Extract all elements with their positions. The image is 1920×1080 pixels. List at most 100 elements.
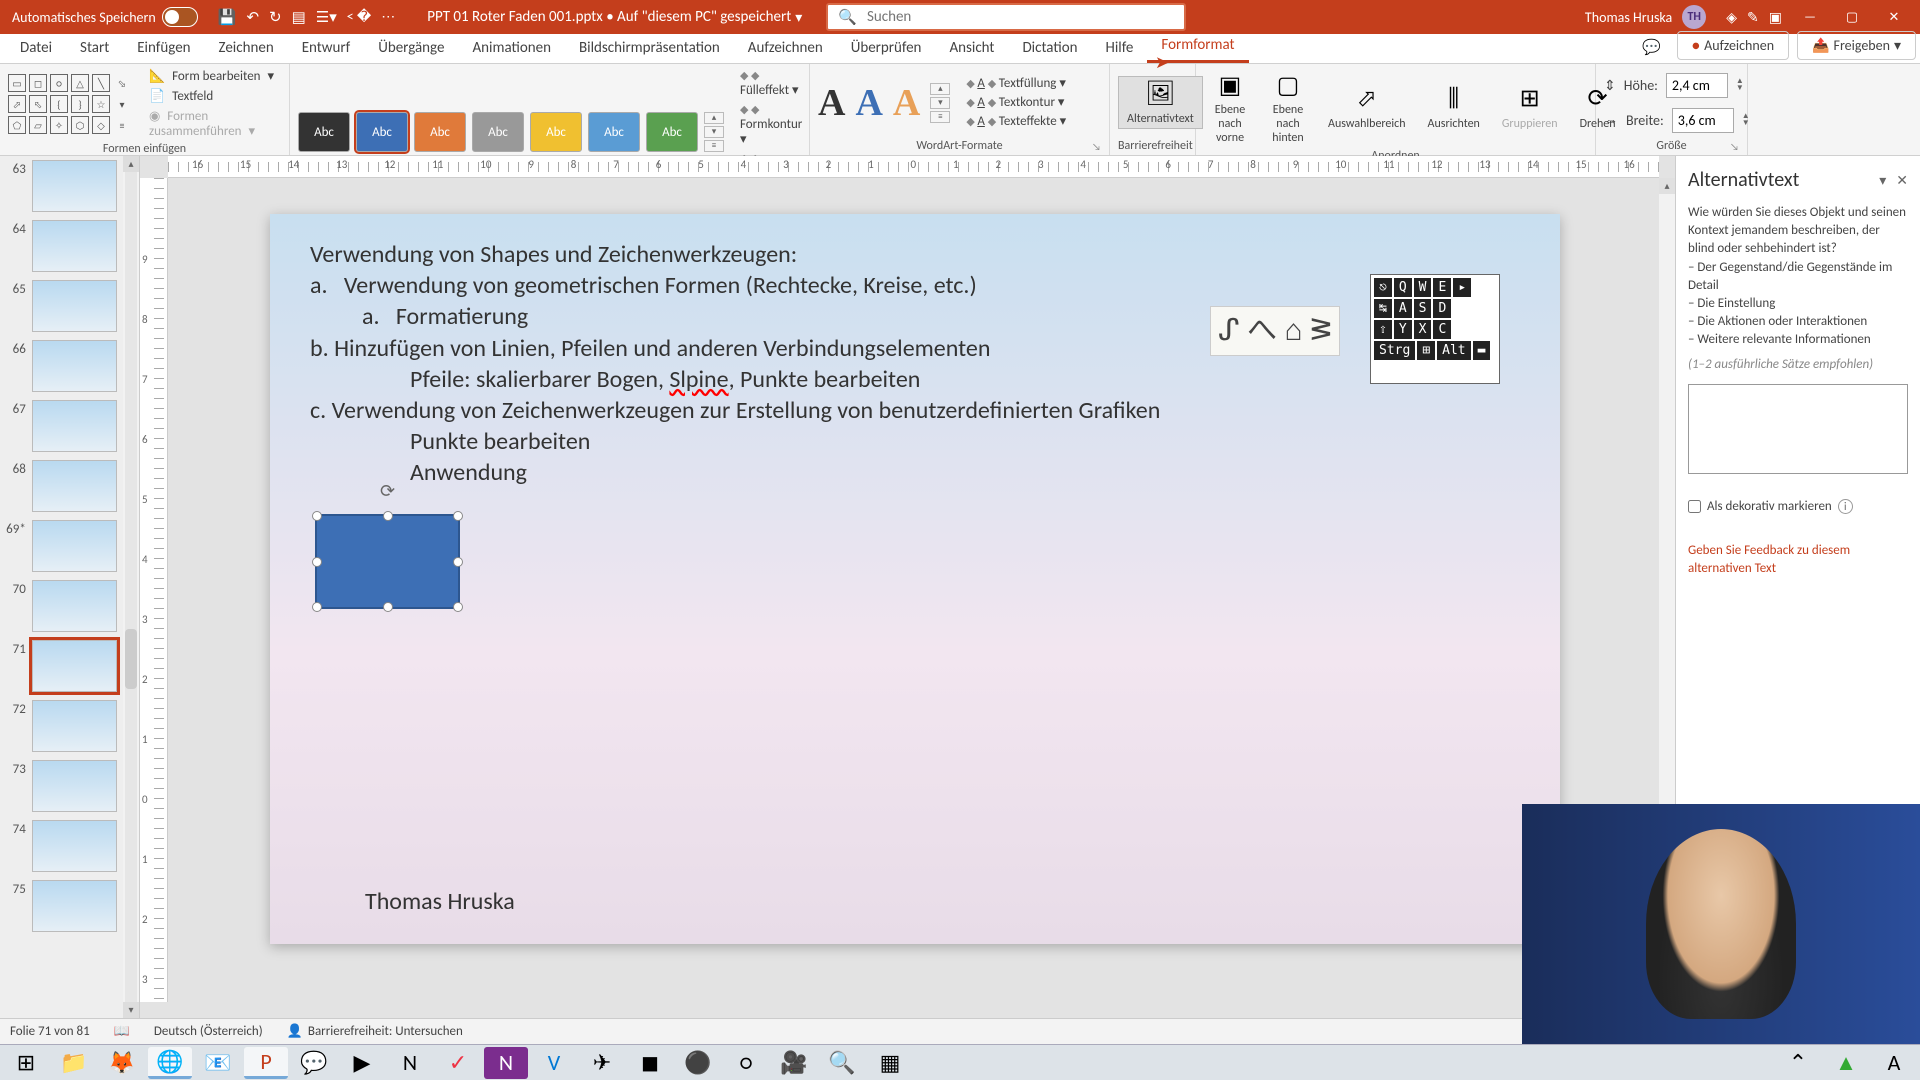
launcher-icon[interactable]: ↘ (1092, 140, 1101, 153)
windows-taskbar[interactable]: ⊞ 📁 🦊 🌐 📧 P 💬 ▶ N ✓ N V ✈ ◼ ⚫ ○ 🎥 🔍 ▦ ⌃ … (0, 1044, 1920, 1080)
spellcheck-icon[interactable]: 📖 (114, 1024, 130, 1039)
thumbnails-scrollbar[interactable]: ▴ ▾ (123, 156, 139, 1018)
resize-handle[interactable] (453, 511, 463, 521)
keyboard-graphic[interactable]: ⎋QWE▸ ↹ASD ⇧YXC Strg⊞Alt▬ (1370, 274, 1500, 384)
redo-icon[interactable]: ↻ (269, 8, 282, 27)
pane-dropdown-icon[interactable]: ▾ (1879, 172, 1886, 189)
width-spinner[interactable]: ▲▼ (1742, 113, 1750, 127)
feedback-link[interactable]: Geben Sie Feedback zu diesem alternative… (1688, 542, 1908, 578)
slide-canvas[interactable]: Verwendung von Shapes und Zeichenwerkzeu… (270, 214, 1560, 944)
style-swatch-green[interactable]: Abc (646, 112, 698, 152)
tray-more-icon[interactable]: A (1872, 1047, 1916, 1079)
obs-icon[interactable]: ⚫ (676, 1047, 720, 1079)
user-avatar[interactable]: TH (1682, 5, 1706, 29)
zoom-icon[interactable]: 🎥 (772, 1047, 816, 1079)
slide-footer-author[interactable]: Thomas Hruska (365, 887, 515, 916)
text-fill-menu[interactable]: A Textfüllung ▾ (966, 76, 1066, 91)
onenote2-icon[interactable]: N (484, 1047, 528, 1079)
language-status[interactable]: Deutsch (Österreich) (154, 1024, 263, 1039)
powerpoint-icon[interactable]: P (244, 1047, 288, 1079)
slide-thumbnail[interactable] (32, 220, 117, 272)
height-spinner[interactable]: ▲▼ (1736, 78, 1744, 92)
comments-icon[interactable]: 💬 (1630, 32, 1673, 63)
resize-handle[interactable] (383, 602, 393, 612)
start-button[interactable]: ⊞ (4, 1047, 48, 1079)
textbox-button[interactable]: 📄 Textfeld (145, 88, 281, 105)
tab-uebergaenge[interactable]: Übergänge (364, 33, 458, 63)
pane-close-icon[interactable]: ✕ (1896, 172, 1908, 189)
launcher-icon[interactable]: ↘ (1730, 140, 1739, 153)
onenote-icon[interactable]: N (388, 1047, 432, 1079)
tab-einfuegen[interactable]: Einfügen (123, 33, 204, 63)
vlc-icon[interactable]: ▶ (340, 1047, 384, 1079)
align-button[interactable]: ⫼Ausrichten (1420, 82, 1488, 134)
file-explorer-icon[interactable]: 📁 (52, 1047, 96, 1079)
tab-hilfe[interactable]: Hilfe (1092, 33, 1148, 63)
close-button[interactable]: ✕ (1874, 2, 1914, 32)
style-swatch-gray[interactable]: Abc (472, 112, 524, 152)
telegram-icon[interactable]: ✈ (580, 1047, 624, 1079)
diamond-icon[interactable]: ◈ (1726, 9, 1737, 26)
start-from-beginning-icon[interactable]: ▤ (292, 8, 306, 27)
scroll-up-icon[interactable]: ▴ (123, 156, 139, 172)
slide-thumbnail[interactable] (32, 520, 117, 572)
style-swatch-lightblue[interactable]: Abc (588, 112, 640, 152)
resize-handle[interactable] (312, 557, 322, 567)
slide-thumbnail[interactable] (32, 280, 117, 332)
rotate-handle-icon[interactable]: ⟳ (380, 480, 395, 502)
style-swatch-black[interactable]: Abc (298, 112, 350, 152)
slide-thumbnail[interactable] (32, 700, 117, 752)
scroll-up-icon[interactable]: ▴ (1659, 178, 1675, 194)
bring-forward-button[interactable]: ▣Ebene nach vorne (1204, 68, 1256, 147)
resize-handle[interactable] (312, 511, 322, 521)
tab-entwurf[interactable]: Entwurf (288, 33, 365, 63)
accessibility-status[interactable]: 👤Barrierefreiheit: Untersuchen (287, 1024, 463, 1039)
slide-thumbnail[interactable] (32, 460, 117, 512)
alttext-button[interactable]: 🖼 Alternativtext (1118, 76, 1203, 130)
user-name[interactable]: Thomas Hruska (1585, 9, 1672, 26)
pen-icon[interactable]: ✎ (1747, 9, 1759, 26)
alttext-textarea[interactable] (1688, 384, 1908, 474)
slide-thumbnail[interactable] (32, 340, 117, 392)
slide-editor[interactable]: 1615141312111098765432101234567891011121… (140, 156, 1675, 1018)
qat-more-icon[interactable]: ⋯ (381, 8, 395, 27)
app-icon[interactable]: ◼ (628, 1047, 672, 1079)
slide-thumbnail[interactable] (32, 580, 117, 632)
ink-scribble-image[interactable]: ᔑ へ ⌂ ᕒ (1210, 306, 1340, 356)
slide-thumbnail[interactable] (32, 880, 117, 932)
resize-handle[interactable] (453, 602, 463, 612)
chevron-down-icon[interactable]: ▾ (795, 9, 802, 26)
shape-styles-gallery[interactable]: Abc Abc Abc Abc Abc Abc Abc ▴▾≡ (298, 112, 724, 152)
minimize-button[interactable]: — (1790, 2, 1830, 32)
wordart-gallery[interactable]: A A A ▴▾≡ (818, 81, 950, 125)
style-swatch-yellow[interactable]: Abc (530, 112, 582, 152)
resize-handle[interactable] (312, 602, 322, 612)
slide-thumbnail[interactable] (32, 160, 117, 212)
slide-counter[interactable]: Folie 71 von 81 (10, 1024, 90, 1039)
outlook-icon[interactable]: 📧 (196, 1047, 240, 1079)
send-backward-button[interactable]: ▢Ebene nach hinten (1262, 68, 1314, 147)
height-input[interactable] (1666, 73, 1728, 98)
record-button[interactable]: ●Aufzeichnen (1677, 31, 1789, 60)
slide-thumbnail[interactable] (32, 820, 117, 872)
firefox-icon[interactable]: 🦊 (100, 1047, 144, 1079)
selected-rectangle-shape[interactable]: ⟳ (315, 514, 460, 609)
info-icon[interactable]: i (1838, 499, 1853, 514)
slide-thumbnails-panel[interactable]: 63646566676869*707172737475 ▴ ▾ (0, 156, 140, 1018)
search-input[interactable] (867, 8, 1174, 26)
document-title[interactable]: PPT 01 Roter Faden 001.pptx • Auf "diese… (409, 8, 809, 26)
tray-chevron-icon[interactable]: ⌃ (1776, 1047, 1820, 1079)
circle-icon[interactable]: ○ (724, 1047, 768, 1079)
tab-dictation[interactable]: Dictation (1008, 33, 1091, 63)
todoist-icon[interactable]: ✓ (436, 1047, 480, 1079)
slide-thumbnail[interactable] (32, 760, 117, 812)
autosave-toggle[interactable] (162, 7, 198, 27)
vscode-icon[interactable]: V (532, 1047, 576, 1079)
tab-start[interactable]: Start (66, 33, 123, 63)
save-icon[interactable]: 💾 (218, 8, 237, 27)
window-icon[interactable]: ▣ (1769, 9, 1782, 26)
resize-handle[interactable] (453, 557, 463, 567)
stack-icon[interactable]: ▦ (868, 1047, 912, 1079)
resize-handle[interactable] (383, 511, 393, 521)
teams-icon[interactable]: 💬 (292, 1047, 336, 1079)
